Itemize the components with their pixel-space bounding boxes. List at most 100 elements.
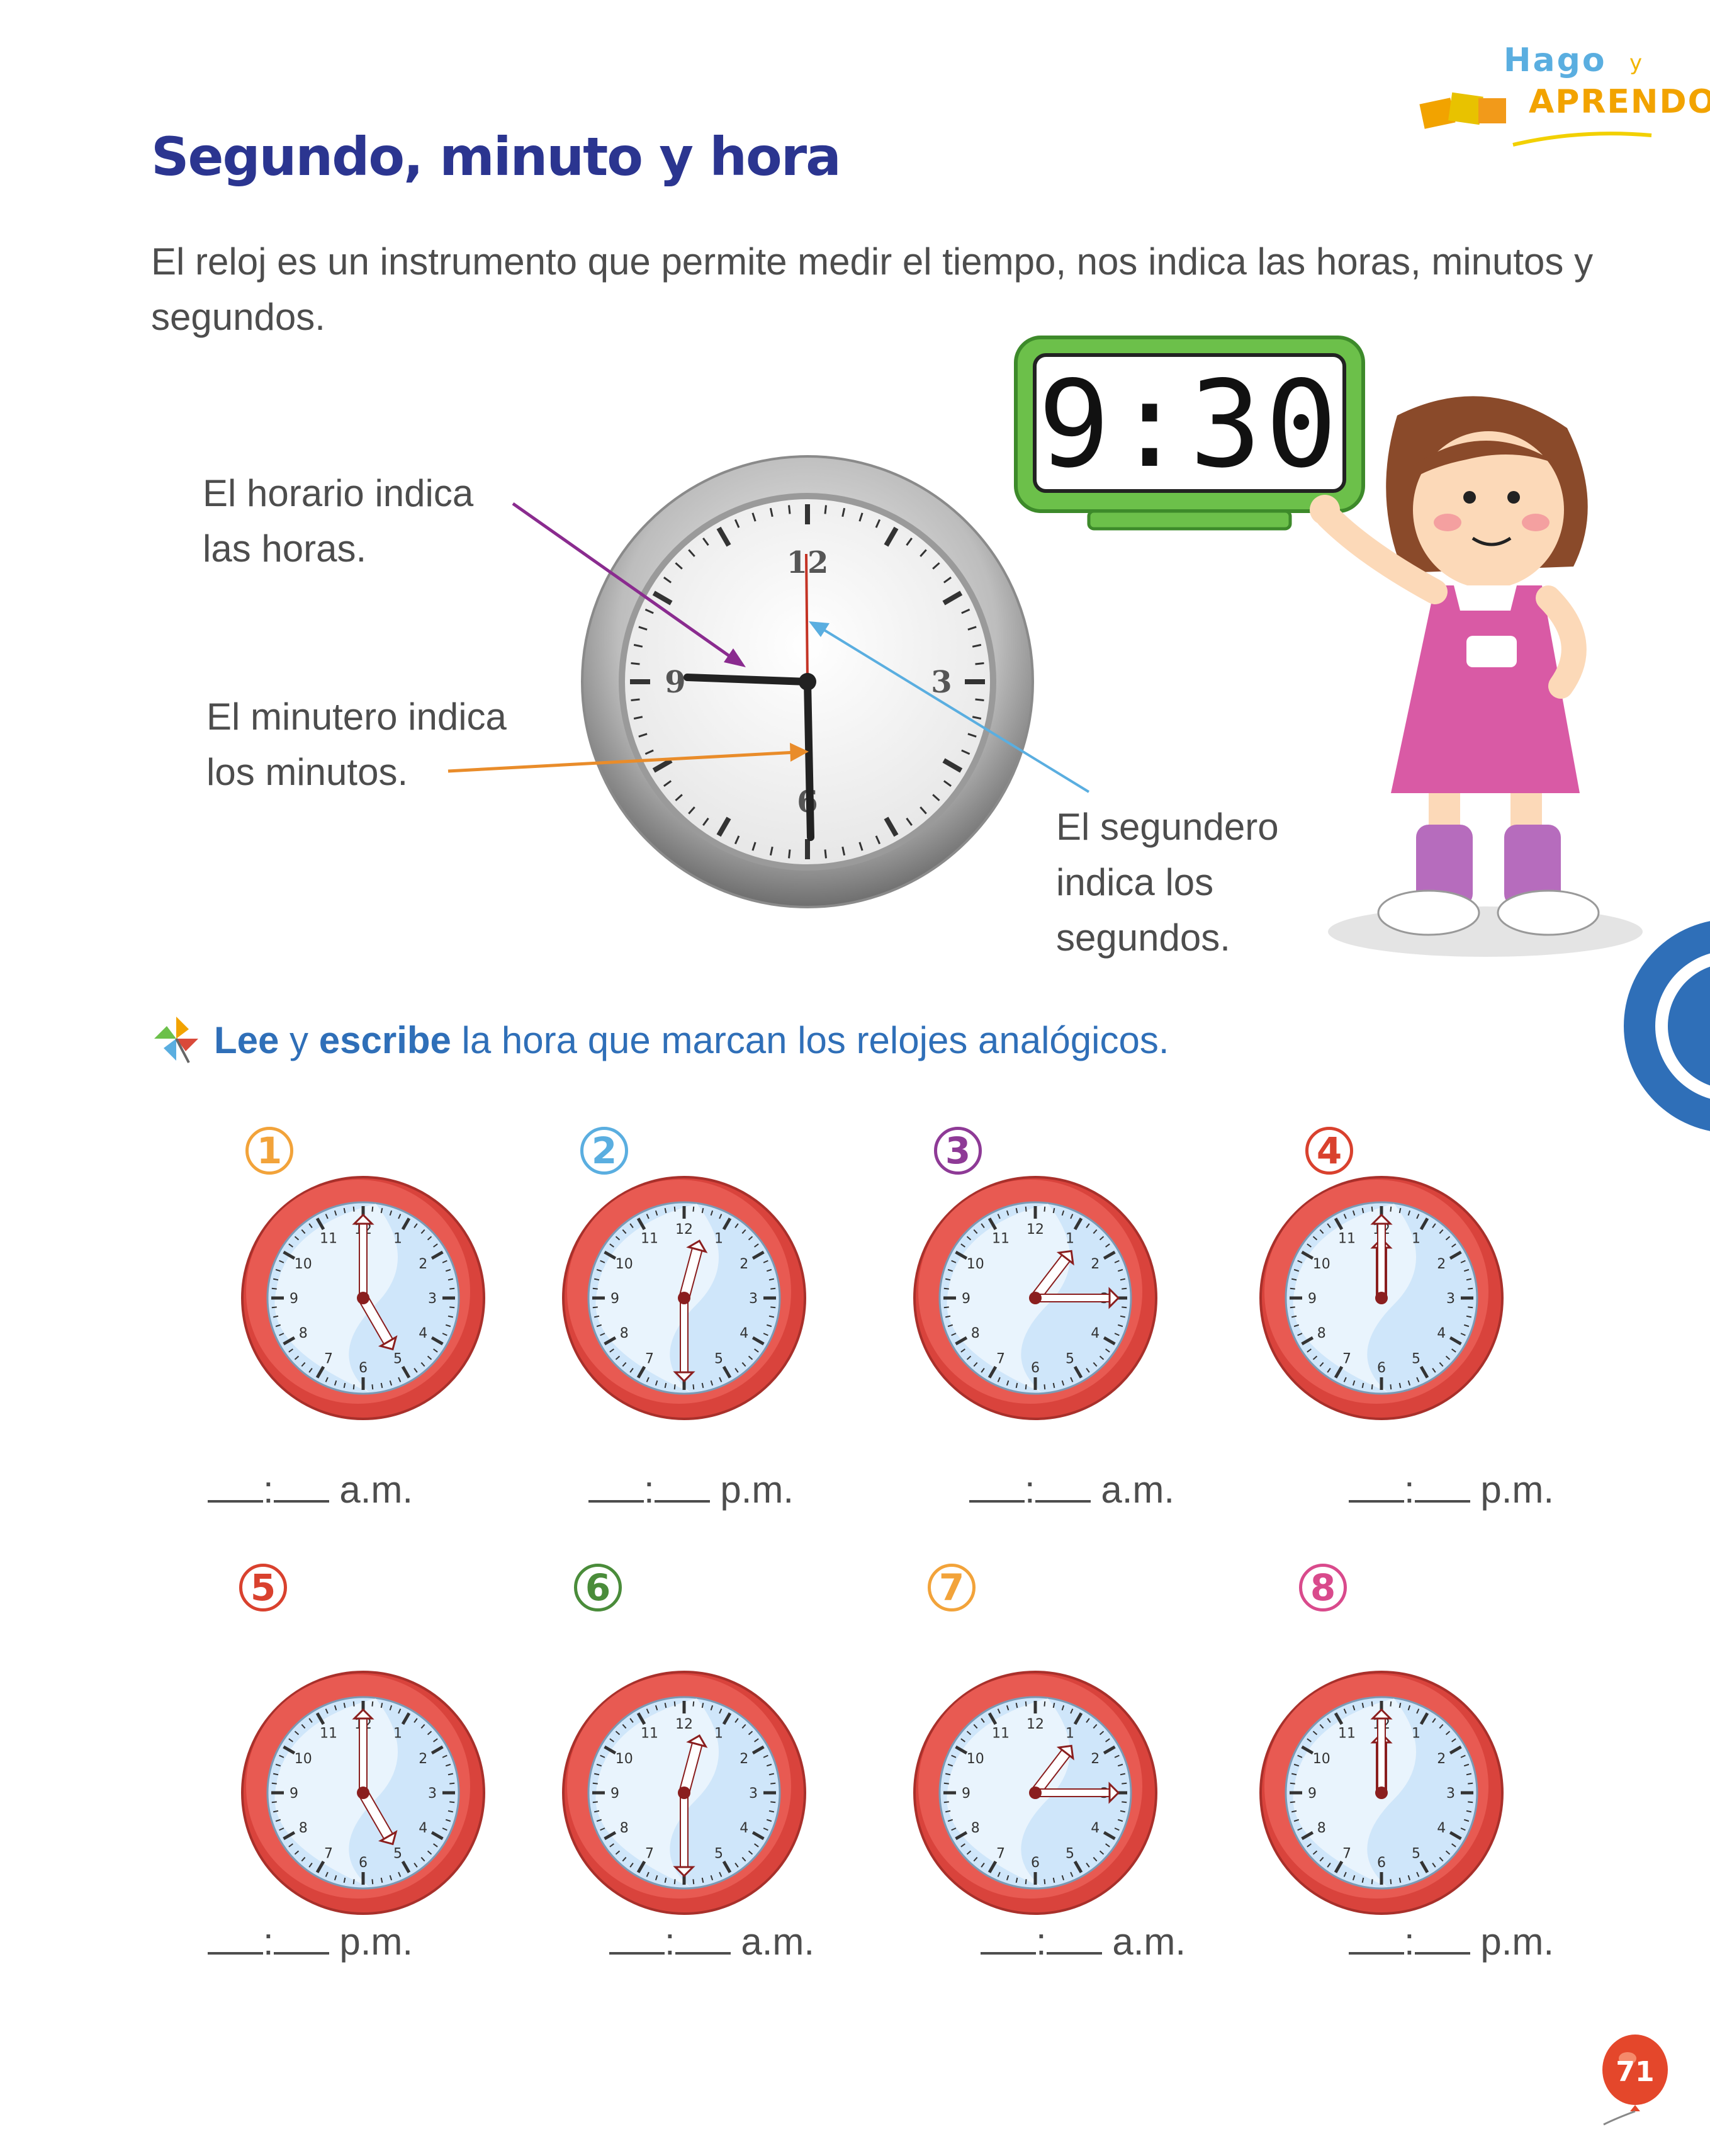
clock-hour-number: 12 xyxy=(1027,1222,1044,1238)
answer-minute-blank[interactable] xyxy=(273,1470,329,1503)
hour-label-line1: El horario indica xyxy=(203,472,474,514)
answer-hour-blank[interactable] xyxy=(1349,1470,1404,1503)
minute-hand xyxy=(804,678,814,841)
answer-hour-blank[interactable] xyxy=(981,1922,1036,1955)
clock-hour-number: 5 xyxy=(1412,1351,1420,1367)
clock-tick xyxy=(631,698,640,701)
answer-minute-blank[interactable] xyxy=(1046,1922,1102,1955)
answer-minute-blank[interactable] xyxy=(654,1470,710,1503)
clock-hour-number: 3 xyxy=(428,1291,437,1307)
clock-hour-number: 6 xyxy=(1031,1855,1040,1871)
clock-center xyxy=(357,1786,369,1799)
clock-tick xyxy=(371,1879,374,1885)
answer-field[interactable]: : p.m. xyxy=(1349,1920,1554,1963)
clock-center xyxy=(1375,1292,1388,1304)
clock-hour-number: 7 xyxy=(645,1846,654,1861)
answer-hour-blank[interactable] xyxy=(208,1470,263,1503)
clock-number-3: 3 xyxy=(931,665,952,700)
answer-minute-blank[interactable] xyxy=(1414,1922,1470,1955)
answer-field[interactable]: : p.m. xyxy=(208,1920,413,1963)
clock-center xyxy=(678,1292,690,1304)
clock-hour-number: 9 xyxy=(290,1786,298,1802)
answer-minute-blank[interactable] xyxy=(1035,1470,1091,1503)
clock-number-9: 9 xyxy=(665,665,685,700)
clock-hour-number: 11 xyxy=(1338,1231,1356,1247)
clock-hour-number: 12 xyxy=(675,1717,693,1732)
clock-hour-number: 6 xyxy=(359,1855,368,1871)
clock-hour-number: 10 xyxy=(1313,1256,1330,1272)
clock-tick xyxy=(770,1782,776,1785)
clock-hour-number: 11 xyxy=(641,1231,658,1247)
clock-tick xyxy=(1290,1782,1295,1785)
clock-hour-number: 6 xyxy=(1377,1855,1386,1871)
answer-suffix: p.m. xyxy=(1480,1921,1555,1963)
minute-hand-label: El minutero indica los minutos. xyxy=(206,689,507,800)
clock-tick xyxy=(943,1782,949,1785)
answer-suffix: a.m. xyxy=(1101,1469,1175,1511)
clock-tick xyxy=(1025,1384,1027,1390)
clock-hour-number: 11 xyxy=(320,1726,337,1742)
answer-hour-blank[interactable] xyxy=(208,1922,263,1955)
clock-hour-number: 10 xyxy=(1313,1751,1330,1767)
clock-hour-number: 1 xyxy=(1066,1231,1074,1247)
clock-hour-number: 4 xyxy=(1091,1820,1100,1836)
answer-field[interactable]: : p.m. xyxy=(588,1468,794,1511)
pinwheel-icon xyxy=(151,1013,201,1067)
clock-hour-number: 10 xyxy=(616,1256,633,1272)
clock-hour-number: 1 xyxy=(1412,1231,1420,1247)
answer-separator: : xyxy=(263,1469,274,1511)
clock-hour-number: 11 xyxy=(641,1726,658,1742)
clock-tick xyxy=(1371,1879,1373,1885)
answer-separator: : xyxy=(1404,1921,1415,1963)
answer-field[interactable]: : a.m. xyxy=(969,1468,1174,1511)
clock-hour-number: 2 xyxy=(419,1751,427,1767)
answer-field[interactable]: : a.m. xyxy=(609,1920,814,1963)
clock-hour-number: 8 xyxy=(971,1820,980,1836)
clock-tick xyxy=(1043,1701,1046,1707)
hour-label-line2: las horas. xyxy=(203,528,367,570)
clock-hour-number: 4 xyxy=(419,1326,427,1341)
answer-field[interactable]: : p.m. xyxy=(1349,1468,1554,1511)
clock-hour-number: 1 xyxy=(393,1231,402,1247)
exercise-number-badge: 4 xyxy=(1305,1127,1353,1175)
clock-hour-number: 5 xyxy=(714,1351,723,1367)
clock-hour-number: 1 xyxy=(714,1231,723,1247)
answer-hour-blank[interactable] xyxy=(588,1470,644,1503)
minute-label-line1: El minutero indica xyxy=(206,696,507,738)
answer-suffix: a.m. xyxy=(339,1469,413,1511)
clock-center xyxy=(678,1786,690,1799)
answer-separator: : xyxy=(644,1469,655,1511)
exercise-number-badge: 7 xyxy=(928,1564,976,1611)
answer-field[interactable]: : a.m. xyxy=(208,1468,413,1511)
answer-hour-blank[interactable] xyxy=(609,1922,665,1955)
clock-hour-number: 7 xyxy=(996,1351,1005,1367)
clock-hour-number: 2 xyxy=(419,1256,427,1272)
exercise-number-badge: 8 xyxy=(1299,1564,1347,1611)
clock-hour-number: 9 xyxy=(1308,1786,1317,1802)
clock-hour-number: 2 xyxy=(1437,1751,1446,1767)
answer-hour-blank[interactable] xyxy=(969,1470,1025,1503)
answer-field[interactable]: : a.m. xyxy=(981,1920,1186,1963)
clock-tick xyxy=(975,662,984,665)
answer-minute-blank[interactable] xyxy=(273,1922,329,1955)
girl-illustration xyxy=(1310,396,1643,957)
clock-hour-number: 3 xyxy=(1446,1786,1455,1802)
clock-center xyxy=(1029,1292,1042,1304)
clock-hour-number: 9 xyxy=(610,1786,619,1802)
answer-minute-blank[interactable] xyxy=(1414,1470,1470,1503)
clock-tick xyxy=(1390,1701,1392,1707)
clock-hour-number: 7 xyxy=(1342,1846,1351,1861)
clock-hour-number: 4 xyxy=(419,1820,427,1836)
exercise-clock: 123456789101112 xyxy=(241,1176,485,1420)
clock-tick xyxy=(692,1206,695,1212)
answer-separator: : xyxy=(263,1921,274,1963)
clock-hour-number: 2 xyxy=(1091,1256,1100,1272)
clock-hour-number: 9 xyxy=(1308,1291,1317,1307)
answer-hour-blank[interactable] xyxy=(1349,1922,1404,1955)
answer-minute-blank[interactable] xyxy=(675,1922,731,1955)
clock-tick xyxy=(1371,1206,1373,1212)
clock-tick xyxy=(371,1384,374,1390)
clock-hour-number: 7 xyxy=(996,1846,1005,1861)
clock-tick xyxy=(371,1701,374,1707)
exercise-clock: 123456789101112 xyxy=(1259,1176,1504,1420)
